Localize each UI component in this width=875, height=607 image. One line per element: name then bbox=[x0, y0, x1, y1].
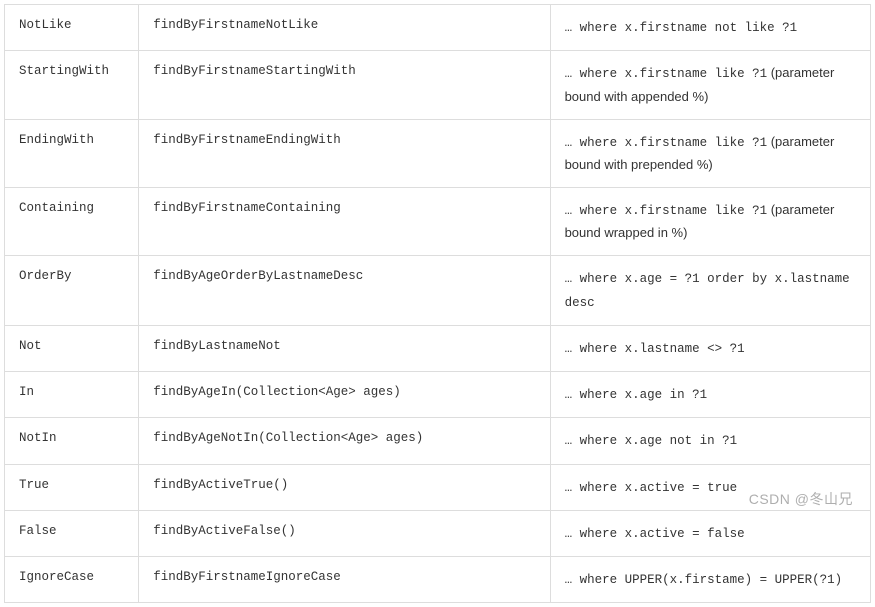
table-row: NotIn findByAgeNotIn(Collection<Age> ages… bbox=[5, 418, 871, 464]
keyword-code: EndingWith bbox=[19, 133, 94, 147]
sample-cell: findByActiveFalse() bbox=[139, 510, 550, 556]
sql-code: … where x.lastname <> ?1 bbox=[565, 342, 745, 356]
sample-cell: findByAgeNotIn(Collection<Age> ages) bbox=[139, 418, 550, 464]
sample-cell: findByActiveTrue() bbox=[139, 464, 550, 510]
sample-cell: findByFirstnameEndingWith bbox=[139, 119, 550, 187]
table-row: False findByActiveFalse() … where x.active… bbox=[5, 510, 871, 556]
keyword-cell: EndingWith bbox=[5, 119, 139, 187]
keyword-code: False bbox=[19, 524, 57, 538]
sample-cell: findByFirstnameNotLike bbox=[139, 5, 550, 51]
sql-cell: … where x.lastname <> ?1 bbox=[550, 325, 870, 371]
sql-code: … where x.age in ?1 bbox=[565, 388, 708, 402]
keyword-cell: True bbox=[5, 464, 139, 510]
sample-cell: findByLastnameNot bbox=[139, 325, 550, 371]
keyword-code: IgnoreCase bbox=[19, 570, 94, 584]
sql-cell: … where x.firstname like ?1 (parameter b… bbox=[550, 119, 870, 187]
sample-code: findByFirstnameNotLike bbox=[153, 18, 318, 32]
keyword-cell: OrderBy bbox=[5, 256, 139, 326]
sql-code: … where x.age not in ?1 bbox=[565, 434, 738, 448]
keyword-cell: False bbox=[5, 510, 139, 556]
sql-code: … where x.active = true bbox=[565, 481, 738, 495]
sql-code: … where x.firstname like ?1 bbox=[565, 136, 768, 150]
sql-cell: … where x.active = true bbox=[550, 464, 870, 510]
sample-cell: findByFirstnameContaining bbox=[139, 187, 550, 255]
sample-cell: findByFirstnameIgnoreCase bbox=[139, 557, 550, 603]
sample-cell: findByFirstnameStartingWith bbox=[139, 51, 550, 119]
sql-cell: … where x.firstname like ?1 (parameter b… bbox=[550, 51, 870, 119]
sql-cell: … where x.age in ?1 bbox=[550, 372, 870, 418]
table-row: In findByAgeIn(Collection<Age> ages) … whe… bbox=[5, 372, 871, 418]
keyword-code: True bbox=[19, 478, 49, 492]
keyword-code: StartingWith bbox=[19, 64, 109, 78]
sql-code: … where x.firstname like ?1 bbox=[565, 67, 768, 81]
keyword-cell: In bbox=[5, 372, 139, 418]
sql-cell: … where x.age = ?1 order by x.lastname d… bbox=[550, 256, 870, 326]
sql-cell: … where UPPER(x.firstame) = UPPER(?1) bbox=[550, 557, 870, 603]
sql-code: … where UPPER(x.firstame) = UPPER(?1) bbox=[565, 573, 843, 587]
sample-code: findByFirstnameStartingWith bbox=[153, 64, 356, 78]
keyword-code: NotLike bbox=[19, 18, 72, 32]
query-keywords-table: NotLike findByFirstnameNotLike … where x.f… bbox=[4, 4, 871, 603]
sample-code: findByActiveTrue() bbox=[153, 478, 288, 492]
keyword-code: Containing bbox=[19, 201, 94, 215]
sql-code: … where x.firstname not like ?1 bbox=[565, 21, 798, 35]
sql-cell: … where x.active = false bbox=[550, 510, 870, 556]
table-row: Containing findByFirstnameContaining … whe… bbox=[5, 187, 871, 255]
table-row: NotLike findByFirstnameNotLike … where x.f… bbox=[5, 5, 871, 51]
table-row: OrderBy findByAgeOrderByLastnameDesc … whe… bbox=[5, 256, 871, 326]
sample-code: findByFirstnameContaining bbox=[153, 201, 341, 215]
table-row: Not findByLastnameNot … where x.lastname <… bbox=[5, 325, 871, 371]
keyword-code: OrderBy bbox=[19, 269, 72, 283]
keyword-cell: NotLike bbox=[5, 5, 139, 51]
sql-code: … where x.age = ?1 order by x.lastname d… bbox=[565, 272, 850, 309]
table-row: StartingWith findByFirstnameStartingWith …… bbox=[5, 51, 871, 119]
sql-code: … where x.firstname like ?1 bbox=[565, 204, 768, 218]
keyword-cell: Containing bbox=[5, 187, 139, 255]
sample-cell: findByAgeIn(Collection<Age> ages) bbox=[139, 372, 550, 418]
sql-cell: … where x.firstname like ?1 (parameter b… bbox=[550, 187, 870, 255]
keyword-cell: StartingWith bbox=[5, 51, 139, 119]
sql-cell: … where x.firstname not like ?1 bbox=[550, 5, 870, 51]
table-body: NotLike findByFirstnameNotLike … where x.f… bbox=[5, 5, 871, 603]
sample-code: findByLastnameNot bbox=[153, 339, 281, 353]
sample-code: findByFirstnameIgnoreCase bbox=[153, 570, 341, 584]
sample-code: findByAgeNotIn(Collection<Age> ages) bbox=[153, 431, 423, 445]
keyword-code: NotIn bbox=[19, 431, 57, 445]
sample-code: findByFirstnameEndingWith bbox=[153, 133, 341, 147]
keyword-cell: NotIn bbox=[5, 418, 139, 464]
sample-code: findByAgeIn(Collection<Age> ages) bbox=[153, 385, 401, 399]
keyword-code: In bbox=[19, 385, 34, 399]
keyword-cell: IgnoreCase bbox=[5, 557, 139, 603]
sample-code: findByAgeOrderByLastnameDesc bbox=[153, 269, 363, 283]
sql-cell: … where x.age not in ?1 bbox=[550, 418, 870, 464]
keyword-cell: Not bbox=[5, 325, 139, 371]
table-row: True findByActiveTrue() … where x.active =… bbox=[5, 464, 871, 510]
table-row: IgnoreCase findByFirstnameIgnoreCase … whe… bbox=[5, 557, 871, 603]
sql-code: … where x.active = false bbox=[565, 527, 745, 541]
sample-cell: findByAgeOrderByLastnameDesc bbox=[139, 256, 550, 326]
sample-code: findByActiveFalse() bbox=[153, 524, 296, 538]
keyword-code: Not bbox=[19, 339, 42, 353]
table-row: EndingWith findByFirstnameEndingWith … whe… bbox=[5, 119, 871, 187]
